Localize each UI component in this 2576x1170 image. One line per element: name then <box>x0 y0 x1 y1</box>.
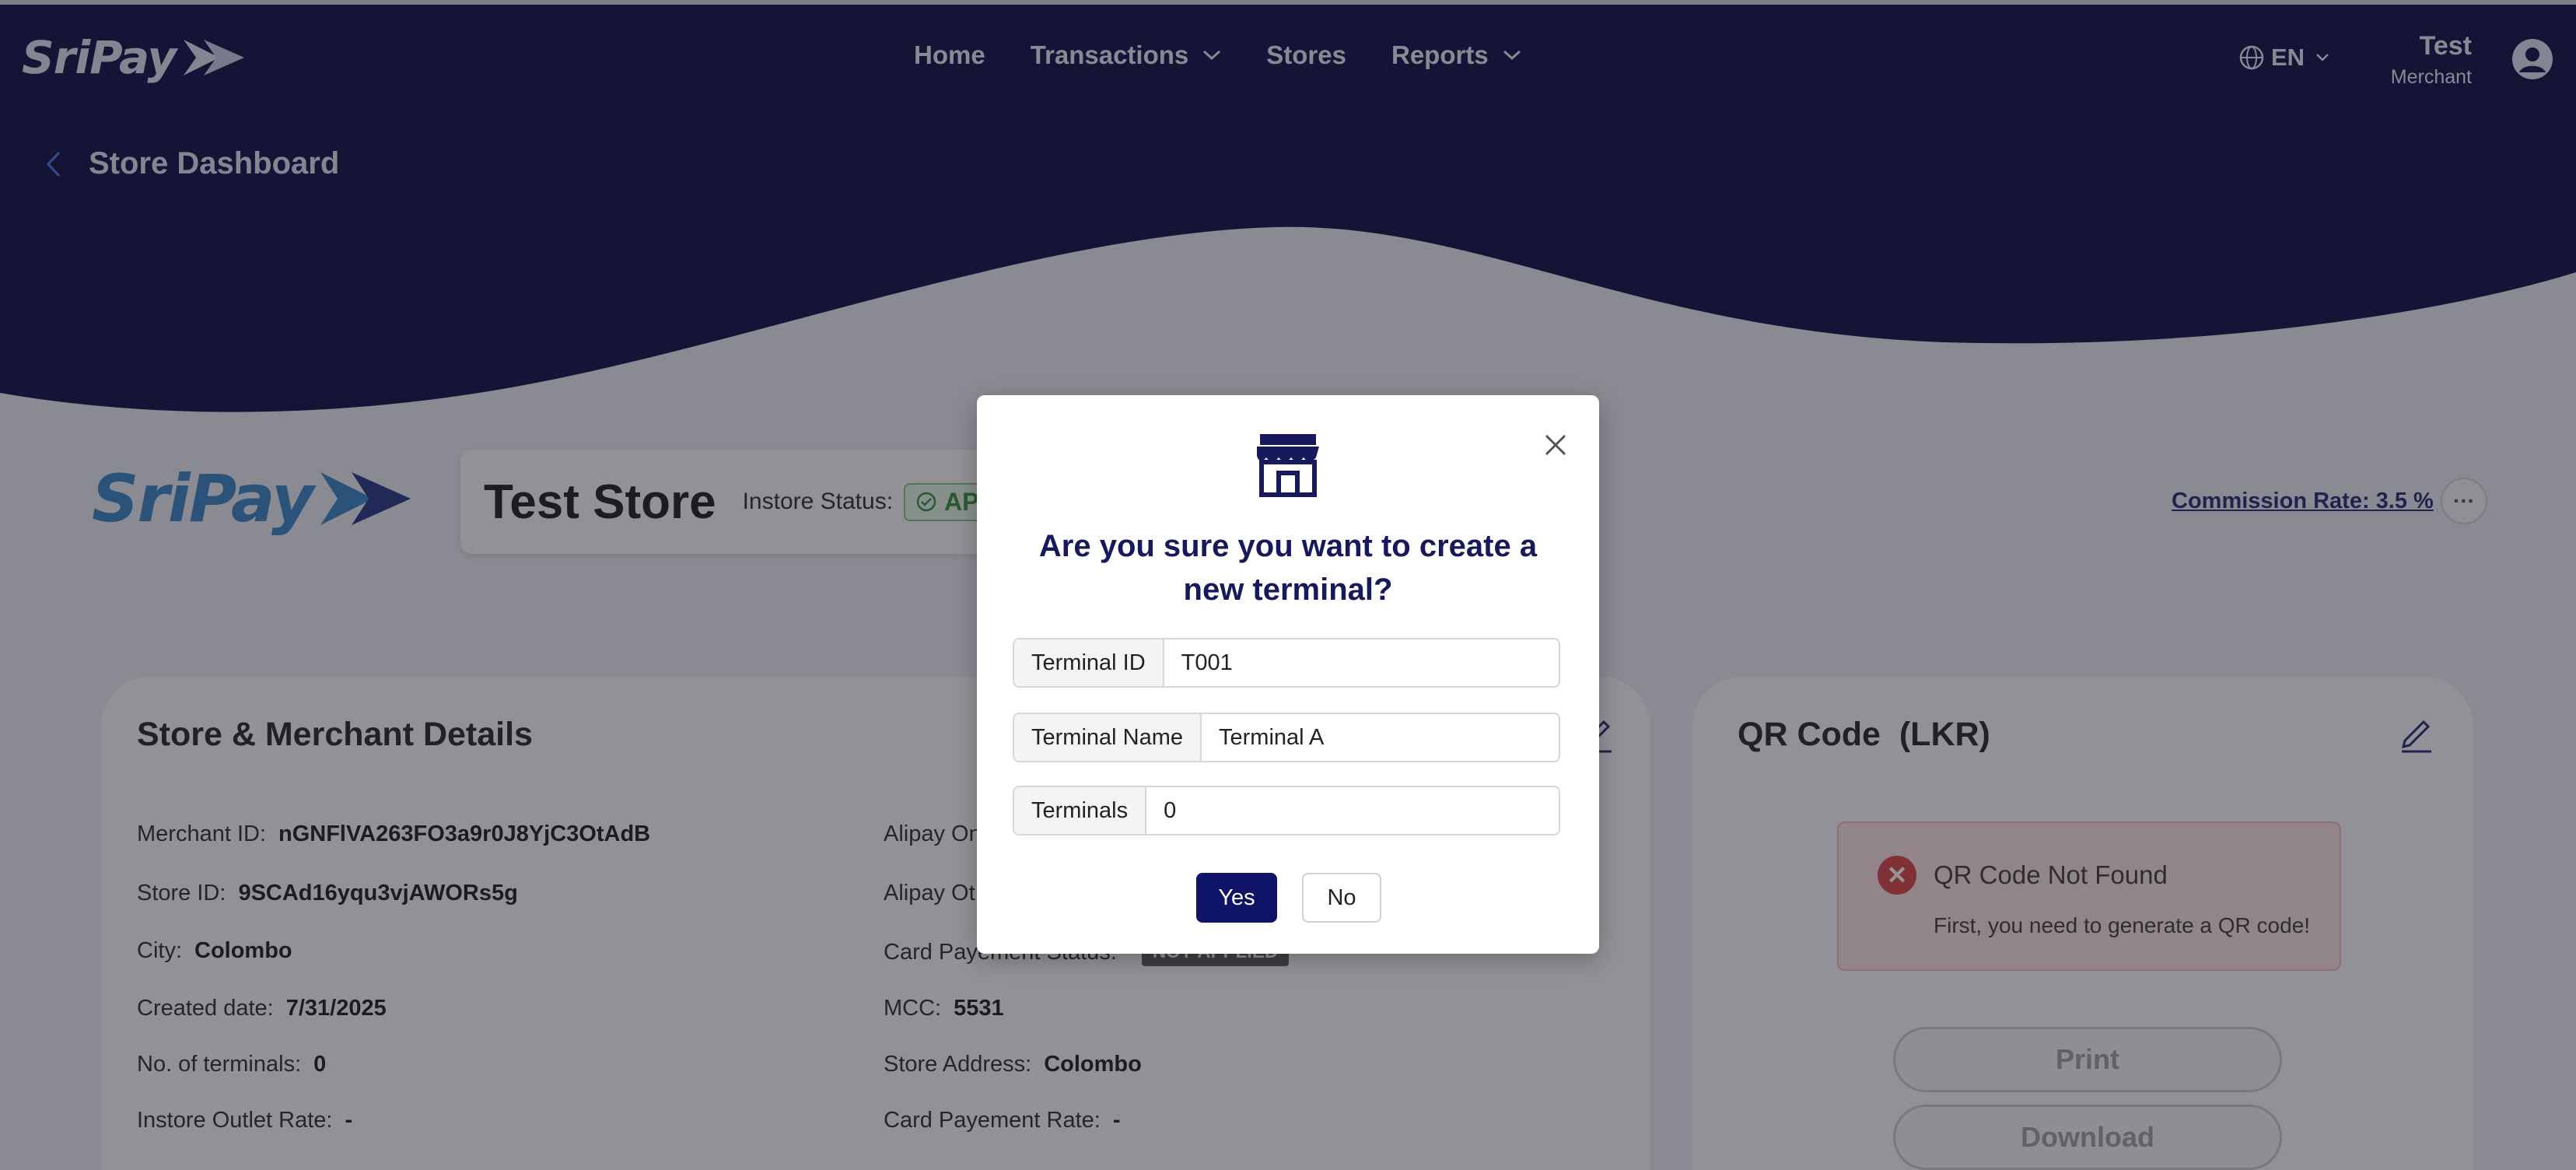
terminal-id-label: Terminal ID <box>1014 639 1164 686</box>
store-icon <box>1257 434 1319 497</box>
terminal-id-field: Terminal ID T001 <box>1013 638 1560 688</box>
no-button[interactable]: No <box>1302 873 1381 923</box>
dialog-heading: Are you sure you want to create a new te… <box>1038 529 1538 607</box>
terminal-name-label: Terminal Name <box>1014 714 1202 761</box>
terminal-name-input[interactable]: Terminal A <box>1202 714 1559 761</box>
terminals-label: Terminals <box>1014 787 1147 834</box>
terminal-name-field: Terminal Name Terminal A <box>1013 713 1560 762</box>
close-icon[interactable] <box>1537 426 1574 464</box>
terminal-id-input[interactable]: T001 <box>1164 639 1559 686</box>
create-terminal-dialog: Are you sure you want to create a new te… <box>977 395 1599 954</box>
terminals-input[interactable]: 0 <box>1146 787 1559 834</box>
yes-button[interactable]: Yes <box>1196 873 1277 923</box>
terminals-field: Terminals 0 <box>1013 786 1560 835</box>
